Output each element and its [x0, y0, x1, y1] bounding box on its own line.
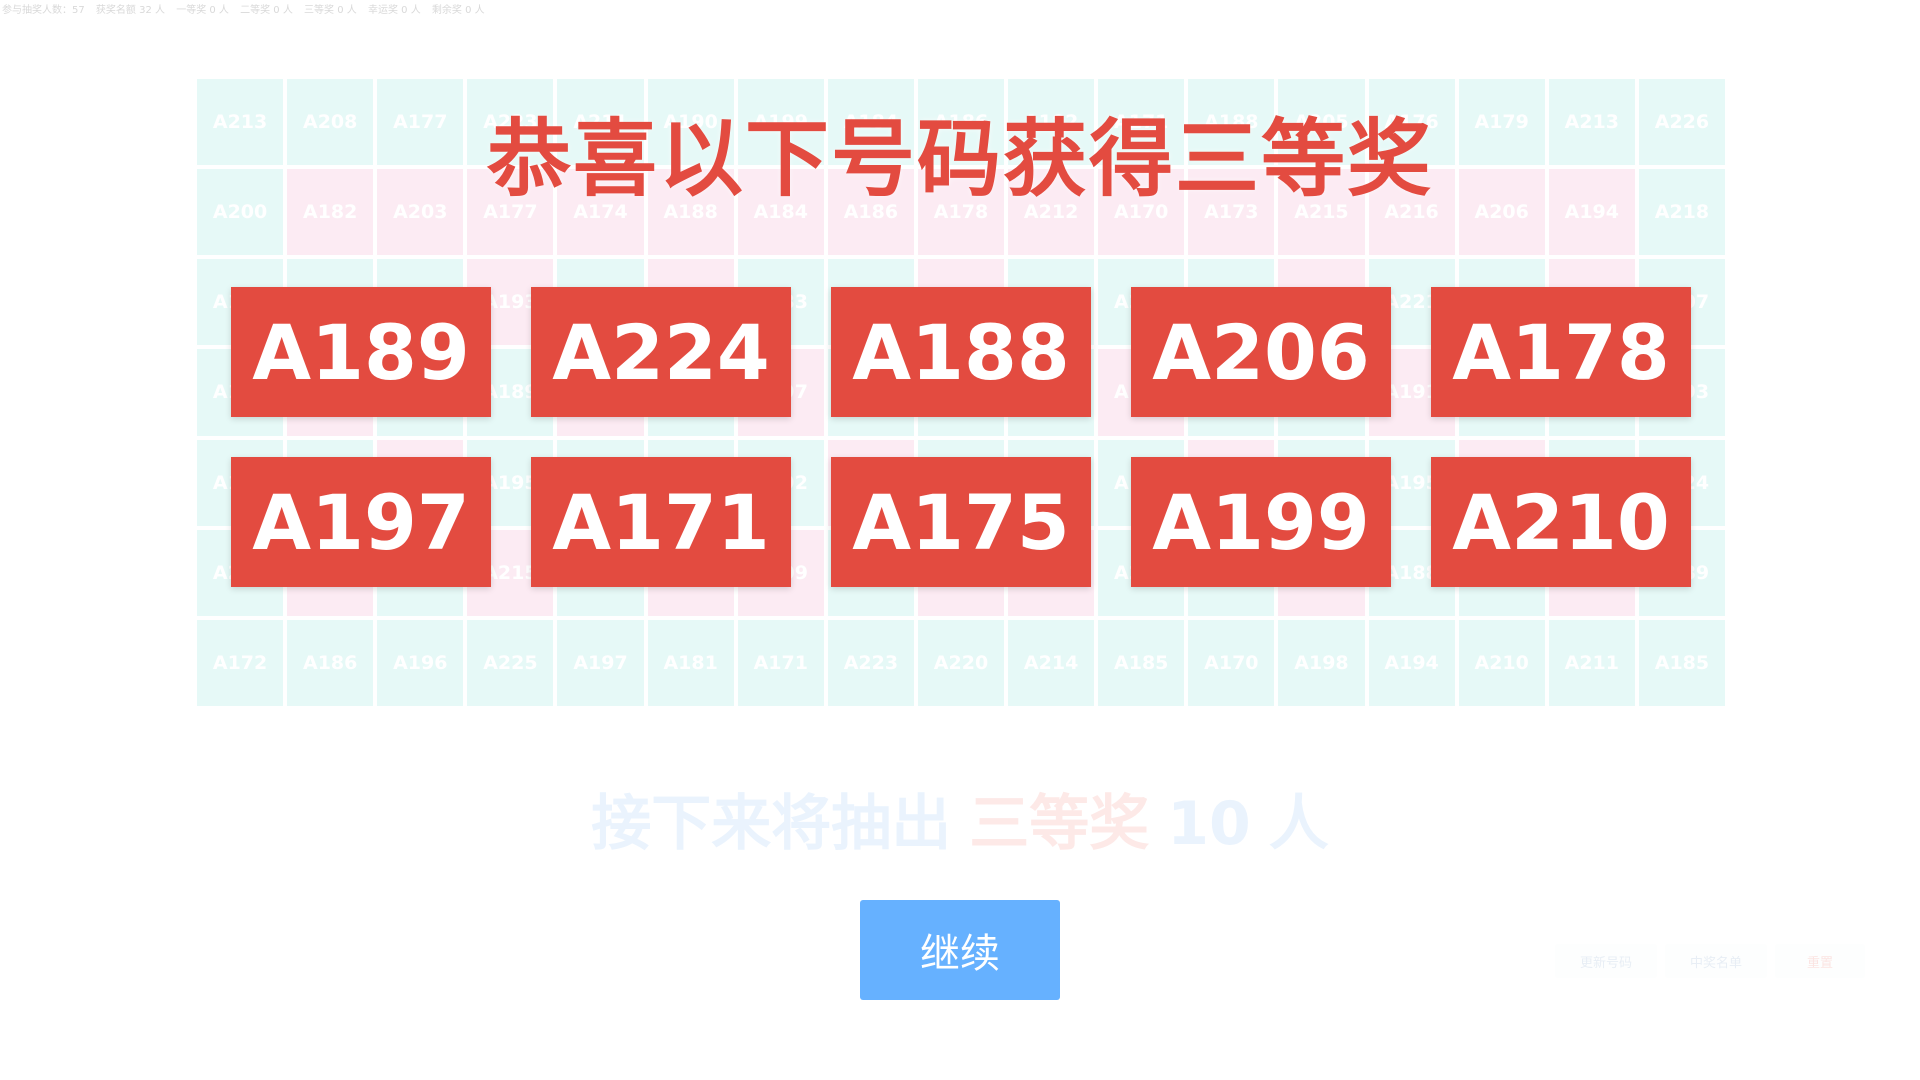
number-card: A185 — [1098, 619, 1185, 706]
winner-card: A178 — [1431, 287, 1691, 417]
number-card: A186 — [287, 619, 374, 706]
number-card: A211 — [1548, 619, 1635, 706]
continue-button[interactable]: 继续 — [860, 900, 1060, 1000]
status-participants: 参与抽奖人数：57 — [2, 5, 85, 16]
number-card: A210 — [1458, 619, 1545, 706]
winner-card: A199 — [1131, 457, 1391, 587]
winner-card: A197 — [231, 457, 491, 587]
next-draw-suffix: 人 — [1268, 789, 1329, 859]
bottom-toolbar: 更新号码 中奖名单 重置 — [1555, 944, 1865, 978]
winner-list: A189 A224 A188 A206 A178 A197 A171 A175 … — [231, 287, 1691, 587]
number-card: A197 — [557, 619, 644, 706]
status-total-winners: 获奖名额 32 人 — [95, 5, 166, 16]
number-card: A214 — [1008, 619, 1095, 706]
next-draw-info: 接下来将抽出 三等奖 10 人 — [0, 775, 1920, 862]
next-draw-prize: 三等奖 — [969, 789, 1150, 859]
number-card: A170 — [1188, 619, 1275, 706]
status-third-prize: 三等奖 0 人 — [304, 5, 357, 16]
number-card: A171 — [737, 619, 824, 706]
number-card: A196 — [377, 619, 464, 706]
prize-title: 恭喜以下号码获得三等奖 — [486, 110, 1433, 208]
winner-card: A224 — [531, 287, 791, 417]
number-card: A223 — [827, 619, 914, 706]
number-card: A172 — [197, 619, 284, 706]
number-card: A185 — [1638, 619, 1725, 706]
status-first-prize: 一等奖 0 人 — [176, 5, 229, 16]
winner-card: A189 — [231, 287, 491, 417]
winner-card: A175 — [831, 457, 1091, 587]
winner-card: A206 — [1131, 287, 1391, 417]
status-second-prize: 二等奖 0 人 — [240, 5, 293, 16]
winner-card: A171 — [531, 457, 791, 587]
status-bar: 参与抽奖人数：57 获奖名额 32 人 一等奖 0 人 二等奖 0 人 三等奖 … — [2, 1, 493, 16]
winner-card: A188 — [831, 287, 1091, 417]
number-card: A198 — [1278, 619, 1365, 706]
update-numbers-button[interactable]: 更新号码 — [1555, 944, 1657, 978]
status-lucky-prize: 幸运奖 0 人 — [367, 5, 421, 16]
next-draw-count: 10 — [1167, 789, 1251, 859]
number-card: A225 — [467, 619, 554, 706]
winner-list-button[interactable]: 中奖名单 — [1665, 944, 1767, 978]
number-card: A181 — [647, 619, 734, 706]
winner-card: A210 — [1431, 457, 1691, 587]
reset-button[interactable]: 重置 — [1775, 944, 1865, 978]
number-card: A220 — [917, 619, 1005, 706]
number-card: A194 — [1368, 619, 1455, 706]
status-remaining-prize: 剩余奖 0 人 — [431, 5, 485, 16]
lottery-stage: 参与抽奖人数：57 获奖名额 32 人 一等奖 0 人 二等奖 0 人 三等奖 … — [0, 0, 1920, 1080]
next-draw-prefix: 接下来将抽出 — [591, 789, 952, 859]
